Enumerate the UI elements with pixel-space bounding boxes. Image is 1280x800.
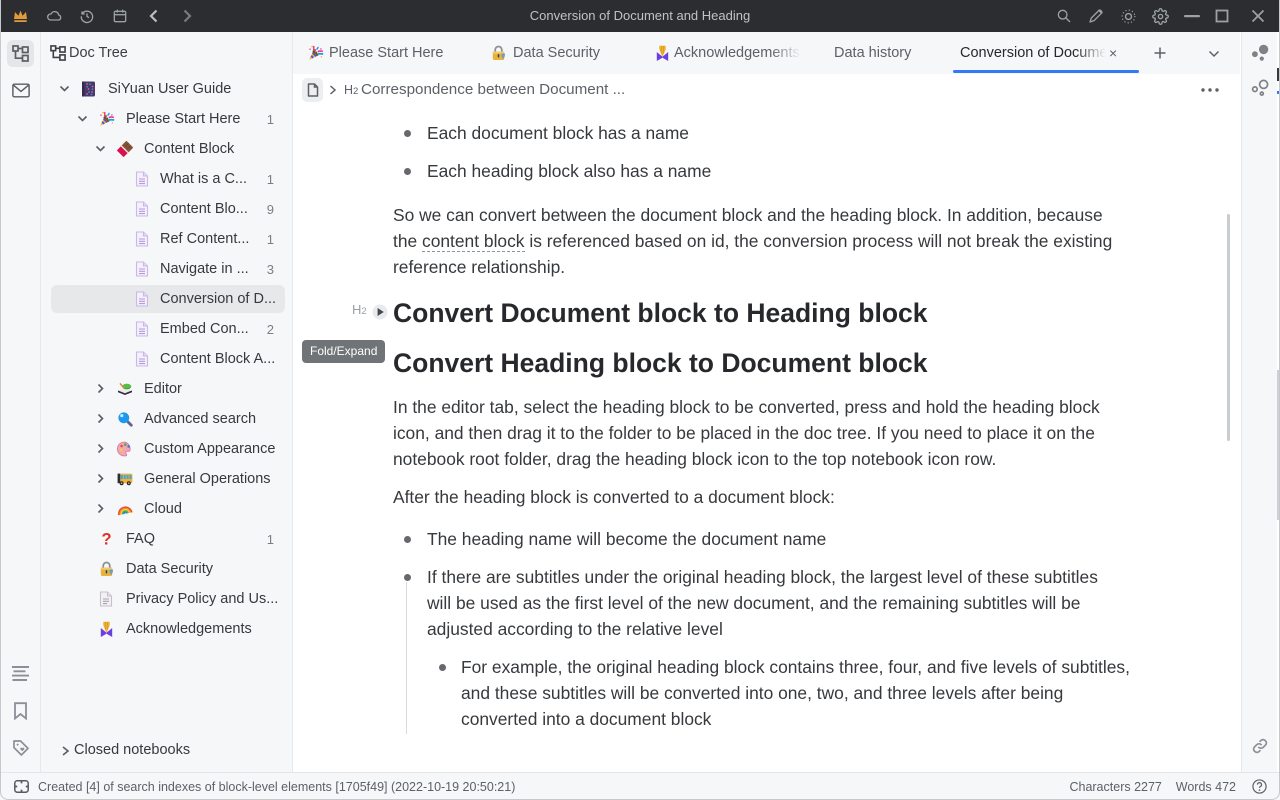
svg-text:?: ? — [101, 531, 111, 547]
